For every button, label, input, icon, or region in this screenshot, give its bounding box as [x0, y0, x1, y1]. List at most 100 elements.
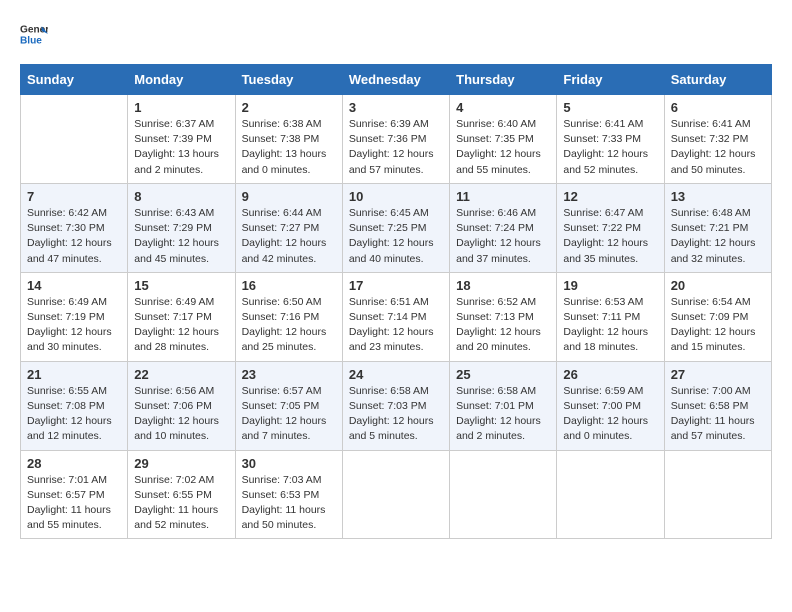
day-number: 27: [671, 367, 765, 382]
day-number: 11: [456, 189, 550, 204]
day-info: Sunrise: 6:52 AMSunset: 7:13 PMDaylight:…: [456, 295, 550, 356]
day-info: Sunrise: 6:50 AMSunset: 7:16 PMDaylight:…: [242, 295, 336, 356]
header-day-saturday: Saturday: [664, 65, 771, 95]
calendar-header-row: SundayMondayTuesdayWednesdayThursdayFrid…: [21, 65, 772, 95]
calendar-cell: 20 Sunrise: 6:54 AMSunset: 7:09 PMDayligh…: [664, 272, 771, 361]
day-info: Sunrise: 7:02 AMSunset: 6:55 PMDaylight:…: [134, 473, 228, 534]
header-day-tuesday: Tuesday: [235, 65, 342, 95]
day-number: 26: [563, 367, 657, 382]
day-number: 9: [242, 189, 336, 204]
header-day-monday: Monday: [128, 65, 235, 95]
calendar-cell: 17 Sunrise: 6:51 AMSunset: 7:14 PMDayligh…: [342, 272, 449, 361]
day-number: 15: [134, 278, 228, 293]
calendar-cell: 10 Sunrise: 6:45 AMSunset: 7:25 PMDayligh…: [342, 183, 449, 272]
day-number: 2: [242, 100, 336, 115]
calendar-cell: 3 Sunrise: 6:39 AMSunset: 7:36 PMDaylight…: [342, 95, 449, 184]
day-info: Sunrise: 7:03 AMSunset: 6:53 PMDaylight:…: [242, 473, 336, 534]
day-number: 13: [671, 189, 765, 204]
day-info: Sunrise: 6:46 AMSunset: 7:24 PMDaylight:…: [456, 206, 550, 267]
day-number: 10: [349, 189, 443, 204]
day-info: Sunrise: 7:01 AMSunset: 6:57 PMDaylight:…: [27, 473, 121, 534]
calendar-cell: 24Sunrise: 6:58 AMSunset: 7:03 PMDayligh…: [342, 361, 449, 450]
day-number: 3: [349, 100, 443, 115]
day-info: Sunrise: 6:57 AMSunset: 7:05 PMDaylight:…: [242, 384, 336, 445]
header-day-thursday: Thursday: [450, 65, 557, 95]
calendar-week-row: 1Sunrise: 6:37 AMSunset: 7:39 PMDaylight…: [21, 95, 772, 184]
calendar-cell: 6Sunrise: 6:41 AMSunset: 7:32 PMDaylight…: [664, 95, 771, 184]
header-day-wednesday: Wednesday: [342, 65, 449, 95]
calendar-cell: 26Sunrise: 6:59 AMSunset: 7:00 PMDayligh…: [557, 361, 664, 450]
day-number: 22: [134, 367, 228, 382]
day-number: 14: [27, 278, 121, 293]
day-number: 16: [242, 278, 336, 293]
day-info: Sunrise: 6:49 AMSunset: 7:19 PMDaylight:…: [27, 295, 121, 356]
calendar-week-row: 28 Sunrise: 7:01 AMSunset: 6:57 PMDayligh…: [21, 450, 772, 539]
calendar-cell: [664, 450, 771, 539]
calendar-cell: 16 Sunrise: 6:50 AMSunset: 7:16 PMDayligh…: [235, 272, 342, 361]
calendar-week-row: 21 Sunrise: 6:55 AMSunset: 7:08 PMDayligh…: [21, 361, 772, 450]
day-number: 7: [27, 189, 121, 204]
calendar-cell: 1Sunrise: 6:37 AMSunset: 7:39 PMDaylight…: [128, 95, 235, 184]
calendar-cell: 22 Sunrise: 6:56 AMSunset: 7:06 PMDayligh…: [128, 361, 235, 450]
calendar-cell: 2 Sunrise: 6:38 AMSunset: 7:38 PMDaylight…: [235, 95, 342, 184]
day-number: 23: [242, 367, 336, 382]
day-info: Sunrise: 6:48 AMSunset: 7:21 PMDaylight:…: [671, 206, 765, 267]
calendar-cell: [342, 450, 449, 539]
day-info: Sunrise: 6:44 AMSunset: 7:27 PMDaylight:…: [242, 206, 336, 267]
day-number: 17: [349, 278, 443, 293]
calendar-cell: 9 Sunrise: 6:44 AMSunset: 7:27 PMDaylight…: [235, 183, 342, 272]
day-info: Sunrise: 6:39 AMSunset: 7:36 PMDaylight:…: [349, 117, 443, 178]
calendar: SundayMondayTuesdayWednesdayThursdayFrid…: [20, 64, 772, 539]
day-number: 1: [134, 100, 228, 115]
calendar-cell: 13 Sunrise: 6:48 AMSunset: 7:21 PMDayligh…: [664, 183, 771, 272]
day-info: Sunrise: 6:45 AMSunset: 7:25 PMDaylight:…: [349, 206, 443, 267]
calendar-cell: 21 Sunrise: 6:55 AMSunset: 7:08 PMDayligh…: [21, 361, 128, 450]
calendar-cell: 14 Sunrise: 6:49 AMSunset: 7:19 PMDayligh…: [21, 272, 128, 361]
calendar-cell: 12Sunrise: 6:47 AMSunset: 7:22 PMDayligh…: [557, 183, 664, 272]
calendar-cell: 4 Sunrise: 6:40 AMSunset: 7:35 PMDaylight…: [450, 95, 557, 184]
day-number: 8: [134, 189, 228, 204]
calendar-cell: 23 Sunrise: 6:57 AMSunset: 7:05 PMDayligh…: [235, 361, 342, 450]
calendar-cell: 15 Sunrise: 6:49 AMSunset: 7:17 PMDayligh…: [128, 272, 235, 361]
day-info: Sunrise: 6:42 AMSunset: 7:30 PMDaylight:…: [27, 206, 121, 267]
calendar-cell: 11 Sunrise: 6:46 AMSunset: 7:24 PMDayligh…: [450, 183, 557, 272]
logo: General Blue: [20, 20, 48, 48]
calendar-cell: [557, 450, 664, 539]
day-number: 25: [456, 367, 550, 382]
calendar-cell: 5 Sunrise: 6:41 AMSunset: 7:33 PMDaylight…: [557, 95, 664, 184]
day-info: Sunrise: 6:53 AMSunset: 7:11 PMDaylight:…: [563, 295, 657, 356]
day-number: 21: [27, 367, 121, 382]
header-day-sunday: Sunday: [21, 65, 128, 95]
calendar-cell: 25 Sunrise: 6:58 AMSunset: 7:01 PMDayligh…: [450, 361, 557, 450]
calendar-cell: 19 Sunrise: 6:53 AMSunset: 7:11 PMDayligh…: [557, 272, 664, 361]
day-number: 19: [563, 278, 657, 293]
day-info: Sunrise: 6:55 AMSunset: 7:08 PMDaylight:…: [27, 384, 121, 445]
day-number: 24: [349, 367, 443, 382]
day-number: 28: [27, 456, 121, 471]
calendar-week-row: 14 Sunrise: 6:49 AMSunset: 7:19 PMDayligh…: [21, 272, 772, 361]
calendar-cell: 18 Sunrise: 6:52 AMSunset: 7:13 PMDayligh…: [450, 272, 557, 361]
calendar-week-row: 7 Sunrise: 6:42 AMSunset: 7:30 PMDaylight…: [21, 183, 772, 272]
day-info: Sunrise: 6:56 AMSunset: 7:06 PMDaylight:…: [134, 384, 228, 445]
day-number: 18: [456, 278, 550, 293]
day-info: Sunrise: 6:47 AMSunset: 7:22 PMDaylight:…: [563, 206, 657, 267]
day-info: Sunrise: 6:51 AMSunset: 7:14 PMDaylight:…: [349, 295, 443, 356]
header: General Blue: [20, 20, 772, 48]
day-number: 29: [134, 456, 228, 471]
logo-icon: General Blue: [20, 20, 48, 48]
day-info: Sunrise: 6:41 AMSunset: 7:33 PMDaylight:…: [563, 117, 657, 178]
day-number: 4: [456, 100, 550, 115]
day-number: 30: [242, 456, 336, 471]
day-info: Sunrise: 6:49 AMSunset: 7:17 PMDaylight:…: [134, 295, 228, 356]
calendar-cell: 27Sunrise: 7:00 AMSunset: 6:58 PMDayligh…: [664, 361, 771, 450]
day-info: Sunrise: 6:38 AMSunset: 7:38 PMDaylight:…: [242, 117, 336, 178]
calendar-cell: 7 Sunrise: 6:42 AMSunset: 7:30 PMDaylight…: [21, 183, 128, 272]
day-number: 20: [671, 278, 765, 293]
calendar-cell: [21, 95, 128, 184]
day-number: 5: [563, 100, 657, 115]
day-info: Sunrise: 6:58 AMSunset: 7:01 PMDaylight:…: [456, 384, 550, 445]
day-info: Sunrise: 6:54 AMSunset: 7:09 PMDaylight:…: [671, 295, 765, 356]
day-info: Sunrise: 6:40 AMSunset: 7:35 PMDaylight:…: [456, 117, 550, 178]
day-number: 6: [671, 100, 765, 115]
calendar-cell: 28 Sunrise: 7:01 AMSunset: 6:57 PMDayligh…: [21, 450, 128, 539]
